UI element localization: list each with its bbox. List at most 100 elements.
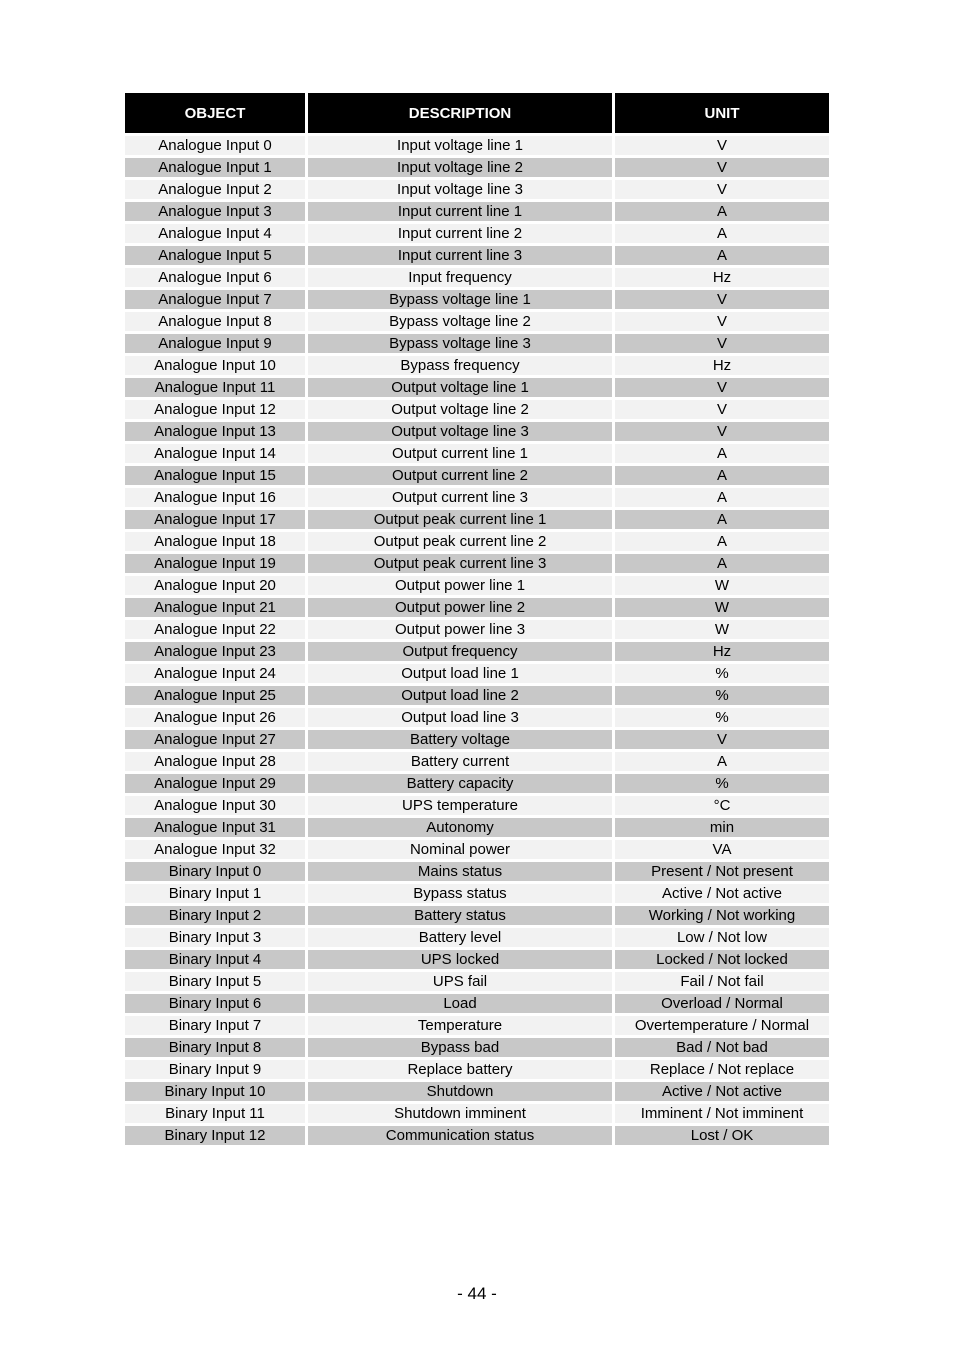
table-row: Analogue Input 30 UPS temperature °C	[125, 796, 829, 815]
description-cell: Output frequency	[308, 642, 612, 661]
table-row: Analogue Input 5 Input current line 3A	[125, 246, 829, 265]
unit-cell: W	[615, 576, 829, 595]
unit-cell: %	[615, 686, 829, 705]
description-cell: Bypass frequency	[308, 356, 612, 375]
unit-cell: Replace / Not replace	[615, 1060, 829, 1079]
table-row: Analogue Input 12 Output voltage line 2V	[125, 400, 829, 419]
unit-cell: A	[615, 554, 829, 573]
object-cell: Analogue Input 4	[125, 224, 305, 243]
table-row: Analogue Input 16 Output current line 3A	[125, 488, 829, 507]
table-row: Analogue Input 4 Input current line 2A	[125, 224, 829, 243]
unit-cell: V	[615, 378, 829, 397]
description-cell: Output voltage line 3	[308, 422, 612, 441]
unit-cell: Present / Not present	[615, 862, 829, 881]
table-row: Analogue Input 14 Output current line 1A	[125, 444, 829, 463]
description-cell: Mains status	[308, 862, 612, 881]
object-cell: Analogue Input 21	[125, 598, 305, 617]
unit-cell: Overload / Normal	[615, 994, 829, 1013]
description-cell: Communication status	[308, 1126, 612, 1145]
unit-cell: Hz	[615, 356, 829, 375]
unit-cell: Overtemperature / Normal	[615, 1016, 829, 1035]
object-cell: Analogue Input 11	[125, 378, 305, 397]
table-row: Analogue Input 23 Output frequency Hz	[125, 642, 829, 661]
object-cell: Analogue Input 18	[125, 532, 305, 551]
description-cell: Output peak current line 3	[308, 554, 612, 573]
unit-cell: Bad / Not bad	[615, 1038, 829, 1057]
description-cell: Bypass bad	[308, 1038, 612, 1057]
table-body: Analogue Input 0 Input voltage line 1 V Ana…	[125, 136, 829, 1145]
description-cell: Bypass voltage line 3	[308, 334, 612, 353]
object-cell: Analogue Input 25	[125, 686, 305, 705]
table-row: Analogue Input 1 Input voltage line 2V	[125, 158, 829, 177]
table-row: Analogue Input 24 Output load line 1%	[125, 664, 829, 683]
object-cell: Analogue Input 10	[125, 356, 305, 375]
object-cell: Analogue Input 3	[125, 202, 305, 221]
unit-cell: V	[615, 730, 829, 749]
table-row: Analogue Input 25 Output load line 2%	[125, 686, 829, 705]
object-cell: Analogue Input 22	[125, 620, 305, 639]
unit-cell: Working / Not working	[615, 906, 829, 925]
table-row: Analogue Input 19 Output peak current lin…	[125, 554, 829, 573]
description-cell: Output load line 2	[308, 686, 612, 705]
unit-cell: A	[615, 224, 829, 243]
header-description: DESCRIPTION	[308, 93, 612, 133]
object-cell: Binary Input 10	[125, 1082, 305, 1101]
unit-cell: A	[615, 510, 829, 529]
object-cell: Analogue Input 2	[125, 180, 305, 199]
object-cell: Analogue Input 0	[125, 136, 305, 155]
unit-cell: V	[615, 180, 829, 199]
object-cell: Analogue Input 9	[125, 334, 305, 353]
table-row: Analogue Input 31 Autonomy min	[125, 818, 829, 837]
table-row: Analogue Input 27 Battery voltage V	[125, 730, 829, 749]
description-cell: Replace battery	[308, 1060, 612, 1079]
table-row: Analogue Input 0 Input voltage line 1V	[125, 136, 829, 155]
unit-cell: VA	[615, 840, 829, 859]
description-cell: Battery current	[308, 752, 612, 771]
table-row: Analogue Input 18 Output peak current lin…	[125, 532, 829, 551]
object-cell: Analogue Input 15	[125, 466, 305, 485]
table-row: Binary Input 2 Battery status Working / No…	[125, 906, 829, 925]
object-cell: Analogue Input 6	[125, 268, 305, 287]
table-row: Binary Input 7 Temperature Overtemperature…	[125, 1016, 829, 1035]
page-number: - 44 -	[457, 1284, 497, 1303]
table-row: Binary Input 0 Mains status Present / Not …	[125, 862, 829, 881]
table-row: Binary Input 9 Replace battery Replace / N…	[125, 1060, 829, 1079]
description-cell: Output power line 3	[308, 620, 612, 639]
object-cell: Analogue Input 23	[125, 642, 305, 661]
description-cell: Output power line 1	[308, 576, 612, 595]
table-row: Binary Input 6 Load Overload / Normal	[125, 994, 829, 1013]
object-cell: Binary Input 12	[125, 1126, 305, 1145]
description-cell: Bypass status	[308, 884, 612, 903]
table-row: Analogue Input 11 Output voltage line 1V	[125, 378, 829, 397]
object-cell: Binary Input 7	[125, 1016, 305, 1035]
description-cell: Output current line 2	[308, 466, 612, 485]
table-row: Binary Input 10 Shutdown Active / Not acti…	[125, 1082, 829, 1101]
description-cell: Output power line 2	[308, 598, 612, 617]
object-cell: Analogue Input 5	[125, 246, 305, 265]
unit-cell: Low / Not low	[615, 928, 829, 947]
object-cell: Analogue Input 28	[125, 752, 305, 771]
object-cell: Analogue Input 26	[125, 708, 305, 727]
description-cell: Output voltage line 1	[308, 378, 612, 397]
description-cell: Output current line 1	[308, 444, 612, 463]
object-cell: Binary Input 8	[125, 1038, 305, 1057]
description-cell: Input current line 1	[308, 202, 612, 221]
object-cell: Binary Input 0	[125, 862, 305, 881]
unit-cell: A	[615, 466, 829, 485]
unit-cell: Hz	[615, 268, 829, 287]
object-cell: Analogue Input 13	[125, 422, 305, 441]
object-cell: Analogue Input 32	[125, 840, 305, 859]
unit-cell: A	[615, 246, 829, 265]
object-cell: Binary Input 3	[125, 928, 305, 947]
object-cell: Analogue Input 14	[125, 444, 305, 463]
object-cell: Binary Input 6	[125, 994, 305, 1013]
object-cell: Binary Input 5	[125, 972, 305, 991]
table-row: Analogue Input 7 Bypass voltage line 1V	[125, 290, 829, 309]
object-cell: Analogue Input 31	[125, 818, 305, 837]
description-cell: Input current line 3	[308, 246, 612, 265]
description-cell: Battery voltage	[308, 730, 612, 749]
table-row: Analogue Input 10 Bypass frequency Hz	[125, 356, 829, 375]
description-cell: UPS temperature	[308, 796, 612, 815]
object-cell: Analogue Input 12	[125, 400, 305, 419]
description-cell: Shutdown	[308, 1082, 612, 1101]
